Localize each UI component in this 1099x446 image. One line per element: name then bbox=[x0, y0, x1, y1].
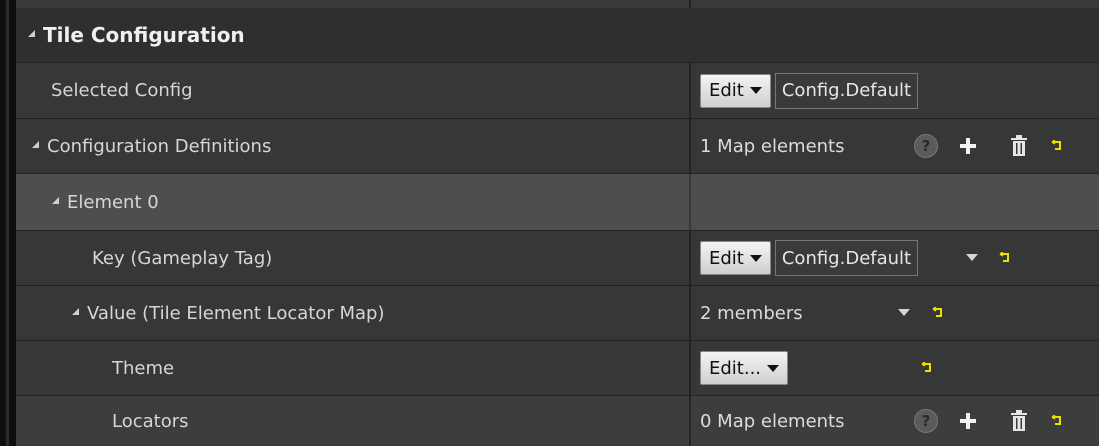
edit-button-label: Edit... bbox=[709, 357, 762, 379]
map-count-text: 1 Map elements bbox=[700, 135, 845, 157]
reset-to-default-icon[interactable] bbox=[921, 362, 933, 374]
row-selected-config: Selected Config Edit Config.Default bbox=[16, 63, 1099, 119]
edit-dropdown-button[interactable]: Edit bbox=[700, 73, 771, 108]
row-label: Element 0 bbox=[67, 191, 159, 213]
row-value-map: Value (Tile Element Locator Map) 2 membe… bbox=[16, 286, 1099, 341]
reset-to-default-icon[interactable] bbox=[1051, 415, 1063, 427]
row-value: Edit Config.Default bbox=[691, 231, 1099, 285]
dropdown-arrow-icon[interactable] bbox=[898, 309, 910, 317]
edit-button-label: Edit bbox=[709, 80, 744, 101]
row-value: Edit... bbox=[691, 341, 1099, 395]
chevron-down-icon bbox=[749, 87, 762, 94]
plus-icon[interactable] bbox=[959, 412, 977, 430]
members-count-text: 2 members bbox=[700, 302, 803, 324]
column-divider bbox=[689, 174, 691, 230]
plus-icon[interactable] bbox=[959, 137, 977, 155]
dropdown-arrow-icon[interactable] bbox=[966, 254, 978, 262]
expand-triangle-icon[interactable] bbox=[72, 307, 79, 315]
expand-triangle-icon[interactable] bbox=[28, 29, 35, 37]
row-label-container: Value (Tile Element Locator Map) bbox=[72, 286, 385, 340]
row-label: Theme bbox=[112, 357, 175, 379]
row-configuration-definitions: Configuration Definitions 1 Map elements… bbox=[16, 119, 1099, 174]
row-value: 0 Map elements ? bbox=[691, 396, 1099, 446]
left-edge-line bbox=[6, 0, 9, 446]
chevron-down-icon bbox=[749, 254, 762, 262]
section-title: Tile Configuration bbox=[43, 23, 245, 47]
row-label: Locators bbox=[112, 410, 189, 432]
expand-triangle-icon[interactable] bbox=[32, 140, 39, 148]
reset-to-default-icon[interactable] bbox=[1051, 140, 1063, 152]
gameplay-tag-value[interactable]: Config.Default bbox=[774, 72, 919, 109]
chevron-down-icon bbox=[767, 364, 780, 372]
top-strip-divider bbox=[689, 0, 691, 8]
left-edge-bar bbox=[0, 0, 16, 446]
help-icon[interactable]: ? bbox=[914, 134, 938, 158]
trash-icon[interactable] bbox=[1010, 410, 1028, 432]
reset-to-default-icon[interactable] bbox=[999, 252, 1011, 264]
row-label: Configuration Definitions bbox=[47, 135, 272, 157]
row-label-container: Configuration Definitions bbox=[32, 119, 271, 173]
row-label-container: Element 0 bbox=[52, 174, 159, 230]
map-count-text: 0 Map elements bbox=[700, 410, 845, 432]
section-header: Tile Configuration bbox=[28, 8, 245, 62]
row-label: Value (Tile Element Locator Map) bbox=[87, 302, 385, 324]
edit-button-label: Edit bbox=[709, 247, 744, 269]
trash-icon[interactable] bbox=[1010, 135, 1028, 157]
row-element-0[interactable]: Element 0 bbox=[16, 174, 1099, 231]
reset-to-default-icon[interactable] bbox=[932, 307, 944, 319]
row-locators: Locators 0 Map elements ? bbox=[16, 396, 1099, 446]
row-label: Selected Config bbox=[51, 80, 193, 101]
gameplay-tag-value[interactable]: Config.Default bbox=[774, 240, 919, 276]
row-value: Edit Config.Default bbox=[691, 63, 1099, 118]
help-icon[interactable]: ? bbox=[914, 409, 938, 433]
row-theme: Theme Edit... bbox=[16, 341, 1099, 396]
expand-triangle-icon[interactable] bbox=[52, 196, 59, 204]
edit-dropdown-button[interactable]: Edit... bbox=[700, 351, 789, 385]
row-key: Key (Gameplay Tag) Edit Config.Default bbox=[16, 231, 1099, 286]
row-value: 1 Map elements ? bbox=[691, 119, 1099, 173]
edit-dropdown-button[interactable]: Edit bbox=[700, 241, 771, 275]
row-value: 2 members bbox=[691, 286, 1099, 340]
details-panel: Tile Configuration Selected Config Edit … bbox=[16, 8, 1099, 446]
section-header-tile-configuration[interactable]: Tile Configuration bbox=[16, 8, 1099, 63]
row-label: Key (Gameplay Tag) bbox=[92, 247, 273, 269]
